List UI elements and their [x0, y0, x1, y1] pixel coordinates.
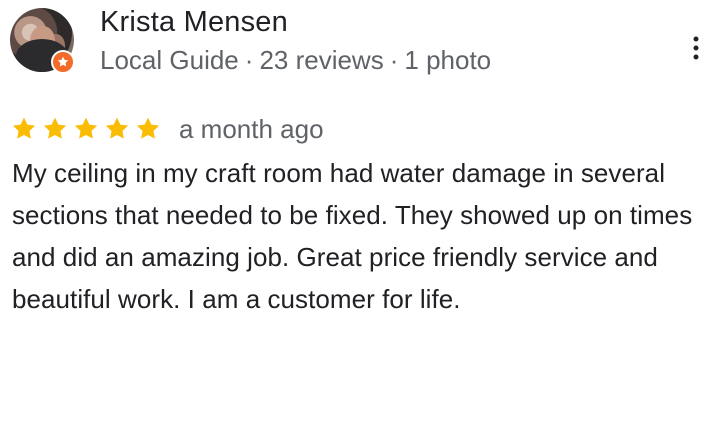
reviewer-name[interactable]: Krista Mensen: [100, 4, 288, 40]
meta-separator: ·: [389, 45, 399, 75]
reviewer-role: Local Guide: [100, 45, 239, 75]
star-icon: [12, 117, 36, 139]
more-vert-icon: [693, 36, 699, 60]
review-time: a month ago: [179, 114, 324, 144]
star-icon: [74, 117, 98, 139]
local-guide-star-icon: [51, 50, 75, 74]
star-icon: [43, 117, 67, 139]
more-options-button[interactable]: [676, 28, 716, 68]
photo-count: 1 photo: [404, 45, 492, 75]
rating-row: a month ago: [10, 110, 324, 148]
review-card: Krista Mensen Local Guide · 23 reviews · 1 p…: [0, 0, 718, 426]
review-count: 23 reviews: [259, 45, 384, 75]
reviewer-meta: Local Guide · 23 reviews · 1 photo: [100, 43, 491, 77]
reviewer-avatar-area[interactable]: [10, 8, 76, 74]
review-text: My ceiling in my craft room had water da…: [12, 158, 693, 314]
meta-separator: ·: [244, 45, 254, 75]
star-rating: [10, 115, 162, 143]
star-icon: [136, 117, 160, 139]
star-icon: [105, 117, 129, 139]
